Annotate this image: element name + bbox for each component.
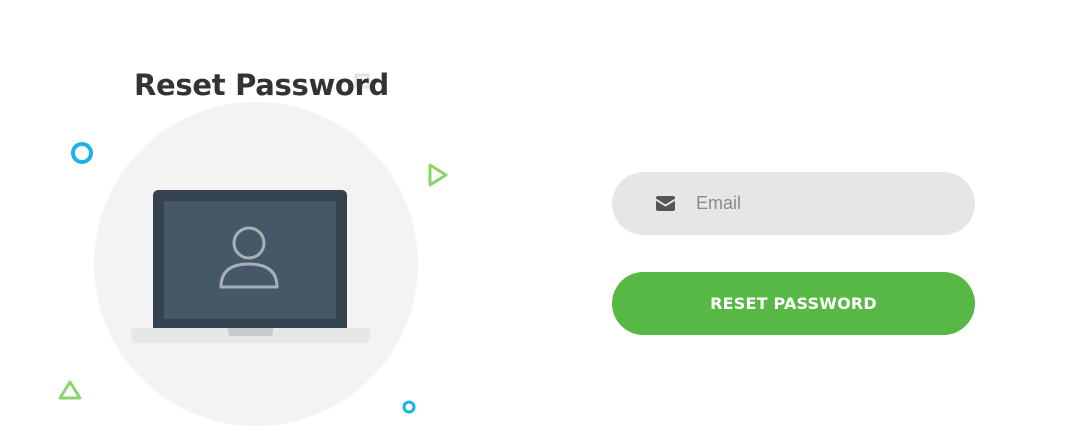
envelope-icon [656,196,675,211]
decor-ring-icon [71,142,93,164]
illustration [0,0,520,440]
page-title: Reset Password [133,68,390,102]
email-input[interactable] [696,172,956,235]
laptop-icon [131,190,370,343]
email-field[interactable] [612,172,975,235]
illustration-graphic [58,73,448,426]
decor-triangle-icon [58,380,82,400]
decor-small-ring-icon [402,400,416,414]
reset-password-button[interactable]: RESET PASSWORD [612,272,975,335]
decor-play-triangle-icon [428,163,448,187]
reset-password-form: RESET PASSWORD [612,0,975,440]
reset-password-page: Reset Password RESET PASSWORD [0,0,1084,440]
